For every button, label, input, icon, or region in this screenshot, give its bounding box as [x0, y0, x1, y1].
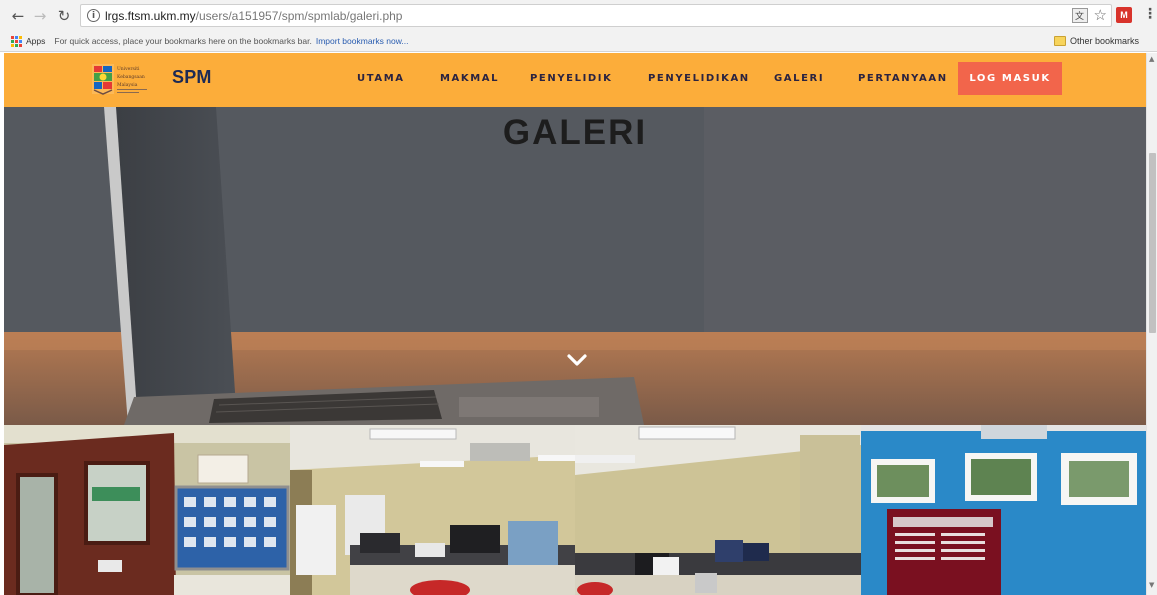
menu-item-galeri[interactable]: GALERI: [774, 73, 824, 84]
gallery-thumb-1[interactable]: [4, 425, 290, 595]
menu-item-pertanyaan[interactable]: PERTANYAAN: [858, 73, 948, 84]
bookmarks-hint: For quick access, place your bookmarks h…: [54, 36, 312, 46]
bookmark-star-icon[interactable]: ☆: [1094, 8, 1107, 23]
url-path: /users/a151957/spm/spmlab/galeri.php: [195, 8, 403, 23]
address-bar[interactable]: i lrgs.ftsm.ukm.my/users/a151957/spm/spm…: [80, 4, 1112, 27]
menu-item-penyelidikan[interactable]: PENYELIDIKAN: [648, 73, 750, 84]
menu-item-utama[interactable]: UTAMA: [357, 73, 405, 84]
reload-icon[interactable]: ↻: [54, 6, 74, 26]
logo-caption-1: Universiti: [117, 66, 140, 72]
browser-toolbar: ← → ↻ i lrgs.ftsm.ukm.my/users/a151957/s…: [0, 0, 1157, 31]
gallery-thumb-4[interactable]: [860, 425, 1146, 595]
gallery-image-office: [575, 425, 861, 595]
site-navbar: Universiti Kebangsaan Malaysia SPM UTAMA…: [4, 53, 1146, 107]
folder-icon: [1054, 36, 1066, 46]
ukm-logo[interactable]: Universiti Kebangsaan Malaysia: [91, 61, 161, 98]
chevron-down-icon[interactable]: [566, 353, 588, 367]
import-bookmarks-link[interactable]: Import bookmarks now...: [316, 36, 409, 46]
page-title: GALERI: [502, 113, 648, 152]
gallery-thumb-3[interactable]: [575, 425, 861, 595]
apps-link[interactable]: Apps: [26, 36, 45, 46]
hero-banner: GALERI: [4, 107, 1146, 425]
translate-icon[interactable]: 文: [1071, 8, 1088, 23]
logo-caption-2: Kebangsaan: [117, 74, 145, 80]
scroll-down-icon[interactable]: ▼: [1149, 581, 1154, 589]
login-button[interactable]: LOG MASUK: [958, 62, 1062, 95]
gallery-grid: [4, 425, 1146, 595]
bookmarks-bar: Apps For quick access, place your bookma…: [0, 31, 1157, 52]
gallery-thumb-2[interactable]: [289, 425, 575, 595]
hero-background-image: [4, 107, 1146, 425]
page-scrollbar[interactable]: ▲ ▼: [1146, 53, 1157, 595]
gallery-image-poster-wall: [860, 425, 1146, 595]
menu-item-makmal[interactable]: MAKMAL: [440, 73, 499, 84]
browser-menu-icon[interactable]: ⋮: [1143, 6, 1157, 22]
gallery-image-workstations: [289, 425, 575, 595]
url-host: lrgs.ftsm.ukm.my: [105, 8, 196, 23]
back-arrow-icon[interactable]: ←: [8, 6, 28, 26]
brand-name[interactable]: SPM: [172, 67, 212, 88]
logo-caption-3: Malaysia: [117, 82, 138, 88]
menu-item-penyelidik[interactable]: PENYELIDIK: [530, 73, 612, 84]
scrollbar-thumb[interactable]: [1149, 153, 1156, 333]
forward-arrow-icon[interactable]: →: [30, 6, 50, 26]
scroll-up-icon[interactable]: ▲: [1149, 55, 1154, 63]
other-bookmarks-link[interactable]: Other bookmarks: [1070, 36, 1139, 46]
gallery-image-entrance: [4, 425, 290, 595]
extension-icon[interactable]: M: [1116, 7, 1132, 23]
apps-grid-icon[interactable]: [11, 35, 22, 47]
site-info-icon[interactable]: i: [87, 9, 100, 22]
